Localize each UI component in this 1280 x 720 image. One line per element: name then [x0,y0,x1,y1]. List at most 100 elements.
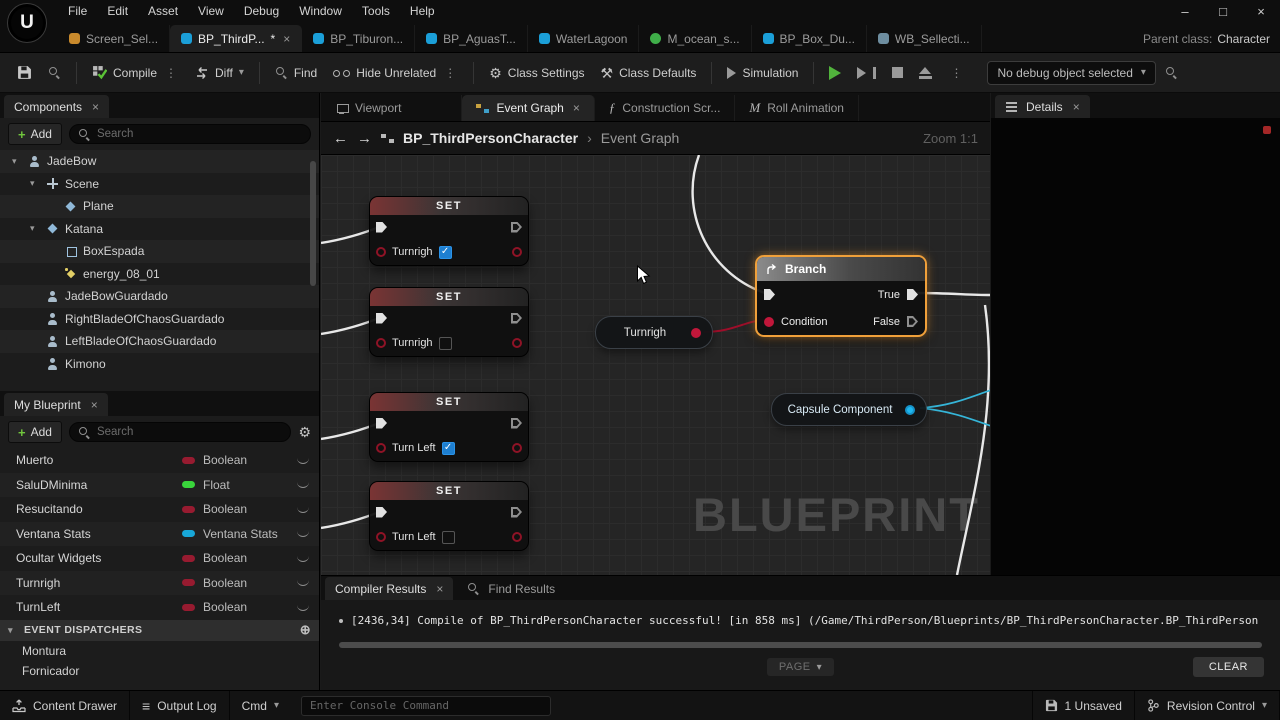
close-icon[interactable]: × [92,100,99,114]
browse-debug-object-button[interactable] [1158,60,1185,85]
close-icon[interactable]: × [91,398,98,412]
add-blueprint-item-button[interactable]: + Add [8,421,62,443]
eye-closed-icon[interactable] [297,457,309,464]
content-drawer-button[interactable]: Content Drawer [0,691,131,720]
exec-in-pin[interactable] [376,221,387,233]
cmd-dropdown[interactable]: Cmd ▾ [230,691,291,720]
tab-bp-thirdperson[interactable]: BP_ThirdP... * × [170,25,303,52]
tab-bp-tiburon[interactable]: BP_Tiburon... [302,25,416,52]
event-graph-tab[interactable]: Event Graph × [462,95,595,121]
back-arrow-icon[interactable]: ← [333,130,348,147]
horizontal-scrollbar[interactable] [339,642,1262,648]
set-node-turnrigh-true[interactable]: SET Turnrigh ✓ [369,196,529,266]
save-button[interactable] [10,59,39,86]
true-exec-out-pin[interactable] [907,289,918,300]
tab-waterlagoon[interactable]: WaterLagoon [528,25,640,52]
graph-canvas[interactable]: BLUEPRINT SET Turnrigh ✓ SET Turnrigh SE… [321,155,990,575]
bool-checkbox[interactable]: ✓ [441,441,455,455]
variable-row-saludminima[interactable]: SaluDMinima Float [0,472,319,497]
menu-tools[interactable]: Tools [352,1,400,21]
find-button[interactable]: Find [268,60,324,86]
menu-window[interactable]: Window [289,1,352,21]
compile-button[interactable]: Compile ⋮ [85,59,186,86]
console-command-input[interactable] [300,695,551,716]
eye-closed-icon[interactable] [297,481,309,489]
class-defaults-button[interactable]: ⚒ Class Defaults [594,60,704,86]
tree-row-plane[interactable]: Plane [0,195,319,218]
breadcrumb-current[interactable]: Event Graph [601,130,680,146]
getter-node-turnrigh[interactable]: Turnrigh [595,316,713,349]
expand-arrow-icon[interactable]: ▾ [12,156,22,167]
stop-button[interactable] [885,61,910,84]
settings-gear-icon[interactable]: ⚙ [298,425,311,439]
exec-in-pin[interactable] [376,506,387,518]
bool-checkbox[interactable]: ✓ [438,245,452,259]
tree-row-kimono[interactable]: Kimono [0,353,319,376]
parent-class-link[interactable]: Character [1217,32,1270,46]
bool-in-pin[interactable] [376,338,386,348]
menu-asset[interactable]: Asset [138,1,188,21]
exec-in-pin[interactable] [764,289,775,300]
menu-edit[interactable]: Edit [97,1,138,21]
menu-help[interactable]: Help [400,1,445,21]
eye-closed-icon[interactable] [297,506,309,513]
variable-row-muerto[interactable]: Muerto Boolean [0,448,319,473]
tree-row-scene[interactable]: ▾ Scene [0,173,319,196]
construction-script-tab[interactable]: ƒ Construction Scr... [595,95,736,121]
viewport-tab[interactable]: Viewport [321,95,463,121]
close-button[interactable]: × [1242,0,1280,22]
close-icon[interactable]: × [436,582,443,596]
add-dispatcher-icon[interactable]: ⊕ [300,622,311,638]
tab-bp-aguas[interactable]: BP_AguasT... [415,25,528,52]
forward-arrow-icon[interactable]: → [357,130,372,147]
tree-row-energy[interactable]: energy_08_01 [0,263,319,286]
bool-out-pin[interactable] [512,247,522,257]
diff-button[interactable]: Diff ▾ [188,60,251,86]
minimize-button[interactable]: – [1166,0,1204,22]
event-dispatchers-header[interactable]: ▾ EVENT DISPATCHERS ⊕ [0,619,319,641]
collapse-arrow-icon[interactable]: ▾ [8,625,18,636]
expand-arrow-icon[interactable]: ▾ [30,178,40,189]
exec-out-pin[interactable] [511,221,522,233]
close-icon[interactable]: × [573,101,580,115]
bool-checkbox[interactable] [441,530,455,544]
dispatcher-row-montura[interactable]: Montura [0,641,319,661]
menu-file[interactable]: File [58,1,97,21]
simulation-button[interactable]: Simulation [720,60,805,86]
variable-row-ventana-stats[interactable]: Ventana Stats Ventana Stats [0,521,319,546]
clear-button[interactable]: CLEAR [1192,657,1264,677]
tab-bp-box[interactable]: BP_Box_Du... [752,25,867,52]
tree-row-jadebowguardado[interactable]: JadeBowGuardado [0,285,319,308]
find-results-tab[interactable]: Find Results [457,577,565,600]
hide-unrelated-button[interactable]: Hide Unrelated ⋮ [326,60,465,86]
eye-closed-icon[interactable] [297,530,309,538]
variable-row-turnrigh[interactable]: Turnrigh Boolean [0,570,319,595]
capsule-component-node[interactable]: Capsule Component [771,393,927,426]
bool-out-pin[interactable] [512,532,522,542]
variable-row-turnleft[interactable]: TurnLeft Boolean [0,595,319,620]
bool-out-pin[interactable] [512,443,522,453]
class-settings-button[interactable]: ⚙ Class Settings [482,60,591,86]
components-tab[interactable]: Components × [4,95,110,118]
add-component-button[interactable]: + Add [8,123,62,145]
tree-row-katana[interactable]: ▾ Katana [0,218,319,241]
menu-debug[interactable]: Debug [234,1,289,21]
eye-closed-icon[interactable] [297,579,309,587]
debug-object-dropdown[interactable]: No debug object selected ▾ [987,60,1156,85]
set-node-turnleft-true[interactable]: SET Turn Left ✓ [369,392,529,462]
exec-out-pin[interactable] [511,312,522,324]
tree-row-leftblade[interactable]: LeftBladeOfChaosGuardado [0,330,319,353]
exec-out-pin[interactable] [511,417,522,429]
tree-row-rightblade[interactable]: RightBladeOfChaosGuardado [0,308,319,331]
false-exec-out-pin[interactable] [907,316,918,327]
components-search-input[interactable] [96,128,302,140]
bool-checkbox[interactable] [438,336,452,350]
play-button[interactable] [822,60,848,86]
exec-in-pin[interactable] [376,312,387,324]
set-node-turnleft-false[interactable]: SET Turn Left [369,481,529,551]
frame-skip-button[interactable] [850,61,883,85]
output-log-button[interactable]: ≡ Output Log [130,691,230,720]
tab-wb-sellecti[interactable]: WB_Sellecti... [867,25,982,52]
compiler-results-tab[interactable]: Compiler Results × [325,577,454,600]
tab-m-ocean[interactable]: M_ocean_s... [639,25,752,52]
